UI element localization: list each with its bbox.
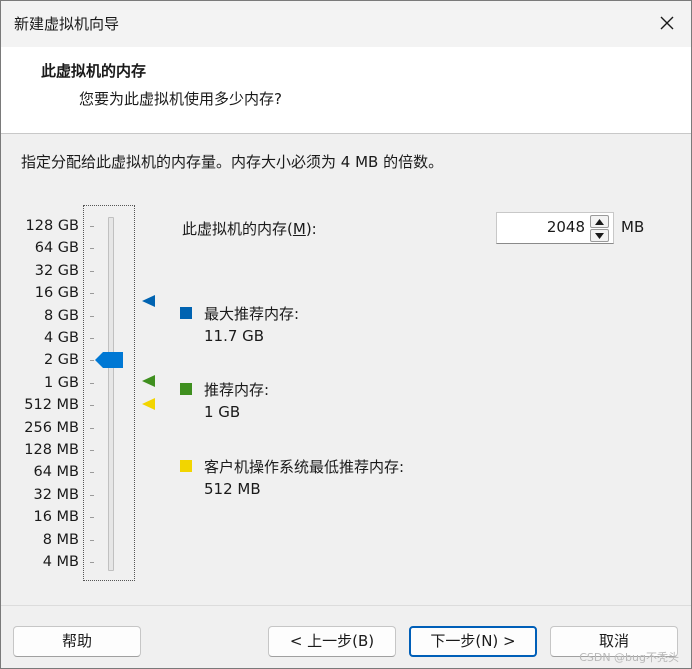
slider-tick-mark [90,382,94,384]
guest-min-swatch-icon [180,460,192,472]
max-recommended-swatch-icon [180,307,192,319]
guest-min-label: 客户机操作系统最低推荐内存: [204,458,405,476]
title-bar: 新建虚拟机向导 [1,1,691,47]
max-recommended-marker-icon [142,295,155,307]
slider-tick-mark [90,494,94,496]
window-title: 新建虚拟机向导 [14,15,120,33]
recommended-value: 1 GB [204,403,241,421]
memory-field-label: 此虚拟机的内存(M): [182,220,317,238]
slider-tick-label: 32 GB [34,262,79,279]
guest-min-value: 512 MB [204,480,261,498]
wizard-window: 新建虚拟机向导 此虚拟机的内存 您要为此虚拟机使用多少内存? 指定分配给此虚拟机… [0,0,692,669]
slider-tick-label: 1 GB [43,374,79,391]
spin-down-button[interactable] [590,229,609,242]
recommended-swatch-icon [180,383,192,395]
slider-tick-mark [90,338,94,339]
slider-tick-mark [90,539,94,541]
guest-min-marker-icon [142,398,155,410]
memory-unit-label: MB [621,218,645,236]
slider-tick-label: 8 MB [42,531,79,548]
back-button[interactable]: < 上一步(B) [268,626,396,657]
memory-spinbox[interactable]: 2048 [496,212,614,244]
slider-tick-label: 8 GB [43,307,79,324]
slider-tick-label: 64 GB [34,240,79,257]
slider-tick-mark [90,248,94,250]
slider-tick-mark [90,405,94,407]
slider-tick-label: 4 MB [42,554,79,570]
memory-slider-thumb[interactable] [95,352,125,368]
slider-tick-label: 4 GB [43,330,79,346]
spin-up-button[interactable] [590,215,609,228]
slider-tick-mark [90,270,94,272]
slider-tick-mark [90,293,94,295]
page-title: 此虚拟机的内存 [41,62,147,80]
max-recommended-label: 最大推荐内存: [204,305,300,323]
slider-tick-mark [90,360,94,362]
recommended-label: 推荐内存: [204,381,270,399]
close-icon[interactable] [655,11,679,35]
watermark: CSDN @bug不秃头 [579,651,679,664]
slider-tick-mark [90,562,94,563]
slider-tick-label: 256 MB [24,419,79,436]
slider-tick-label: 128 GB [25,218,79,234]
memory-value-input[interactable]: 2048 [547,218,585,236]
slider-tick-label: 2 GB [43,352,79,369]
slider-tick-label: 16 MB [33,509,79,526]
slider-tick-label: 64 MB [33,464,79,481]
slider-tick-mark [90,427,94,429]
footer-divider [1,605,691,606]
memory-slider-track[interactable] [108,217,114,571]
instruction-text: 指定分配给此虚拟机的内存量。内存大小必须为 4 MB 的倍数。 [21,153,444,171]
recommended-marker-icon [142,375,155,387]
max-recommended-value: 11.7 GB [204,327,265,345]
slider-tick-mark [90,315,94,317]
slider-tick-label: 512 MB [24,397,79,414]
slider-tick-mark [90,517,94,519]
slider-tick-label: 32 MB [33,486,79,503]
arrow-down-icon [595,233,604,239]
page-subtitle: 您要为此虚拟机使用多少内存? [79,90,282,108]
help-button[interactable]: 帮助 [13,626,141,657]
slider-tick-mark [90,472,94,474]
slider-tick-mark [90,450,94,451]
wizard-header: 此虚拟机的内存 您要为此虚拟机使用多少内存? [1,47,691,134]
arrow-up-icon [595,219,604,225]
next-button[interactable]: 下一步(N) > [409,626,537,657]
slider-tick-label: 16 GB [34,285,79,302]
slider-tick-mark [90,226,94,227]
slider-tick-label: 128 MB [24,442,79,458]
